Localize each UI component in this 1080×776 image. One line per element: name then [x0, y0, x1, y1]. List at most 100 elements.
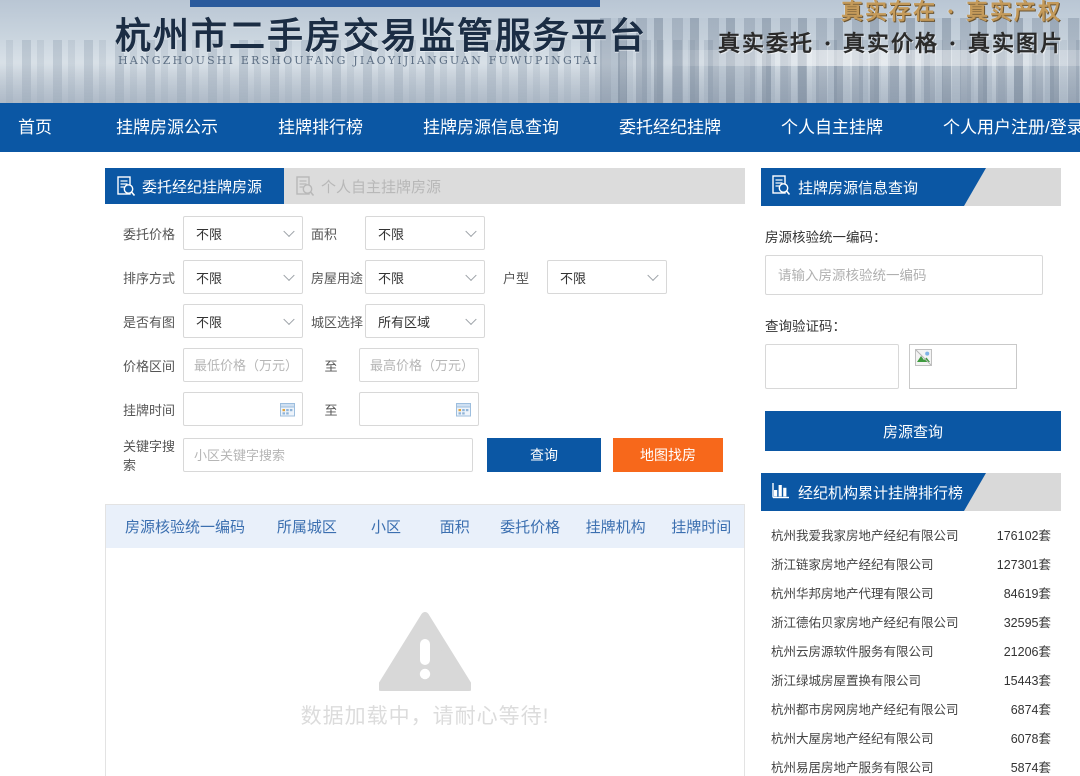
- loading-message: 数据加载中，请耐心等待!: [301, 700, 550, 730]
- site-banner: 杭州市二手房交易监管服务平台 HANGZHOUSHI ERSHOUFANG JI…: [0, 0, 1080, 103]
- agency-count: 5874套: [1011, 757, 1051, 776]
- listing-type-tabs: 委托经纪挂牌房源 个人自主挂牌房源: [105, 168, 745, 204]
- agency-name: 浙江链家房地产经纪有限公司: [771, 554, 934, 573]
- agency-count: 21206套: [1004, 641, 1051, 660]
- agency-count: 176102套: [997, 525, 1051, 544]
- nav-item-agency-listing[interactable]: 委托经纪挂牌: [589, 103, 751, 152]
- list-item[interactable]: 杭州我爱我家房地产经纪有限公司 176102套: [765, 520, 1057, 549]
- table-header-district: 所属城区: [264, 516, 350, 537]
- label-has-picture: 是否有图: [105, 312, 183, 331]
- label-district: 城区选择: [303, 312, 365, 331]
- captcha-image[interactable]: [909, 344, 1017, 389]
- select-has-picture-value: 不限: [196, 312, 222, 331]
- select-entrust-price[interactable]: 不限: [183, 216, 303, 250]
- agency-count: 84619套: [1004, 583, 1051, 602]
- label-price-range: 价格区间: [105, 356, 183, 375]
- select-layout[interactable]: 不限: [547, 260, 667, 294]
- label-area: 面积: [303, 224, 365, 243]
- select-area[interactable]: 不限: [365, 216, 485, 250]
- agency-name: 浙江绿城房屋置换有限公司: [771, 670, 921, 689]
- list-item[interactable]: 浙江链家房地产经纪有限公司 127301套: [765, 549, 1057, 578]
- captcha-input[interactable]: [765, 344, 899, 389]
- agency-ranking-panel-header: 经纪机构累计挂牌排行榜: [761, 473, 1061, 511]
- list-item[interactable]: 杭州都市房网房地产经纪有限公司 6874套: [765, 694, 1057, 723]
- agency-name: 杭州大屋房地产经纪有限公司: [771, 728, 934, 747]
- select-area-value: 不限: [378, 224, 404, 243]
- label-verify-code: 房源核验统一编码：: [765, 226, 1061, 246]
- select-sort-order-value: 不限: [196, 268, 222, 287]
- agency-count: 127301套: [997, 554, 1051, 573]
- select-entrust-price-value: 不限: [196, 224, 222, 243]
- nav-item-listing-ranking[interactable]: 挂牌排行榜: [248, 103, 393, 152]
- label-house-usage: 房屋用途: [303, 268, 365, 287]
- label-date-range-to: 至: [303, 400, 359, 419]
- listing-query-panel-title: 挂牌房源信息查询: [798, 177, 918, 198]
- page-body: 委托经纪挂牌房源 个人自主挂牌房源: [0, 152, 1080, 776]
- captcha-row: [765, 344, 1061, 389]
- select-district-value: 所有区域: [378, 312, 430, 331]
- slogan-bottom: 真实委托 · 真实价格 · 真实图片: [718, 26, 1064, 58]
- nav-item-listing-publicity[interactable]: 挂牌房源公示: [86, 103, 248, 152]
- input-price-min[interactable]: [183, 348, 303, 382]
- document-search-icon: [772, 175, 791, 200]
- list-item[interactable]: 浙江德佑贝家房地产经纪有限公司 32595套: [765, 607, 1057, 636]
- list-item[interactable]: 杭州易居房地产服务有限公司 5874套: [765, 752, 1057, 776]
- tab-self-listings[interactable]: 个人自主挂牌房源: [284, 168, 463, 204]
- nav-item-listing-info-query[interactable]: 挂牌房源信息查询: [393, 103, 589, 152]
- listing-search-column: 委托经纪挂牌房源 个人自主挂牌房源: [105, 168, 745, 776]
- chevron-down-icon: [647, 270, 658, 281]
- calendar-icon[interactable]: [280, 402, 295, 422]
- select-layout-value: 不限: [560, 268, 586, 287]
- table-header-price: 委托价格: [487, 516, 573, 537]
- table-header-agency: 挂牌机构: [573, 516, 659, 537]
- list-item[interactable]: 浙江绿城房屋置换有限公司 15443套: [765, 665, 1057, 694]
- results-table: 房源核验统一编码 所属城区 小区 面积 委托价格 挂牌机构 挂牌时间: [105, 504, 745, 776]
- tab-agency-listings[interactable]: 委托经纪挂牌房源: [105, 168, 284, 204]
- nav-item-home[interactable]: 首页: [0, 103, 86, 152]
- list-item[interactable]: 杭州华邦房地产代理有限公司 84619套: [765, 578, 1057, 607]
- agency-count: 6874套: [1011, 699, 1051, 718]
- map-search-button[interactable]: 地图找房: [613, 438, 723, 472]
- tab-agency-listings-label: 委托经纪挂牌房源: [142, 176, 262, 197]
- input-price-max[interactable]: [359, 348, 479, 382]
- select-district[interactable]: 所有区域: [365, 304, 485, 338]
- search-input[interactable]: [183, 438, 473, 472]
- filter-row-price-area: 委托价格 不限 面积 不限: [105, 216, 745, 250]
- table-header-row: 房源核验统一编码 所属城区 小区 面积 委托价格 挂牌机构 挂牌时间: [106, 504, 744, 548]
- table-header-code: 房源核验统一编码: [106, 516, 264, 537]
- broken-image-icon: [915, 349, 932, 371]
- select-has-picture[interactable]: 不限: [183, 304, 303, 338]
- input-listing-date-to[interactable]: [359, 392, 479, 426]
- sidebar-column: 挂牌房源信息查询 房源核验统一编码： 查询验证码：: [761, 168, 1061, 776]
- agency-count: 6078套: [1011, 728, 1051, 747]
- slogan-top: 真实存在 · 真实产权: [841, 0, 1062, 26]
- verification-code-input[interactable]: [765, 255, 1043, 295]
- label-layout: 户型: [485, 268, 547, 287]
- list-item[interactable]: 杭州大屋房地产经纪有限公司 6078套: [765, 723, 1057, 752]
- table-body-empty-state: 数据加载中，请耐心等待!: [106, 548, 744, 776]
- calendar-icon[interactable]: [456, 402, 471, 422]
- agency-name: 杭州华邦房地产代理有限公司: [771, 583, 934, 602]
- nav-item-user-register-login[interactable]: 个人用户注册/登录: [913, 103, 1080, 152]
- agency-ranking-panel: 经纪机构累计挂牌排行榜 杭州我爱我家房地产经纪有限公司 176102套 浙江链家…: [761, 473, 1061, 776]
- filter-row-price-range: 价格区间 至: [105, 348, 745, 382]
- listing-query-panel: 挂牌房源信息查询 房源核验统一编码： 查询验证码：: [761, 168, 1061, 451]
- nav-item-self-listing[interactable]: 个人自主挂牌: [751, 103, 913, 152]
- table-header-area: 面积: [422, 516, 487, 537]
- label-listing-time: 挂牌时间: [105, 400, 183, 419]
- select-house-usage[interactable]: 不限: [365, 260, 485, 294]
- select-sort-order[interactable]: 不限: [183, 260, 303, 294]
- list-item[interactable]: 杭州云房源软件服务有限公司 21206套: [765, 636, 1057, 665]
- search-filter-form: 委托价格 不限 面积 不限 排序方式 不限: [105, 204, 745, 490]
- site-title-pinyin: HANGZHOUSHI ERSHOUFANG JIAOYIJIANGUAN FU…: [118, 54, 600, 67]
- agency-name: 杭州易居房地产服务有限公司: [771, 757, 934, 776]
- input-listing-date-from[interactable]: [183, 392, 303, 426]
- chevron-down-icon: [465, 270, 476, 281]
- query-button[interactable]: 查询: [487, 438, 601, 472]
- house-query-button[interactable]: 房源查询: [765, 411, 1061, 451]
- label-keyword-search: 关键字搜索: [105, 436, 183, 474]
- filter-row-keyword: 关键字搜索 查询 地图找房: [105, 436, 745, 474]
- listing-query-panel-header: 挂牌房源信息查询: [761, 168, 1061, 206]
- main-navigation: 首页 挂牌房源公示 挂牌排行榜 挂牌房源信息查询 委托经纪挂牌 个人自主挂牌 个…: [0, 103, 1080, 152]
- agency-name: 杭州我爱我家房地产经纪有限公司: [771, 525, 959, 544]
